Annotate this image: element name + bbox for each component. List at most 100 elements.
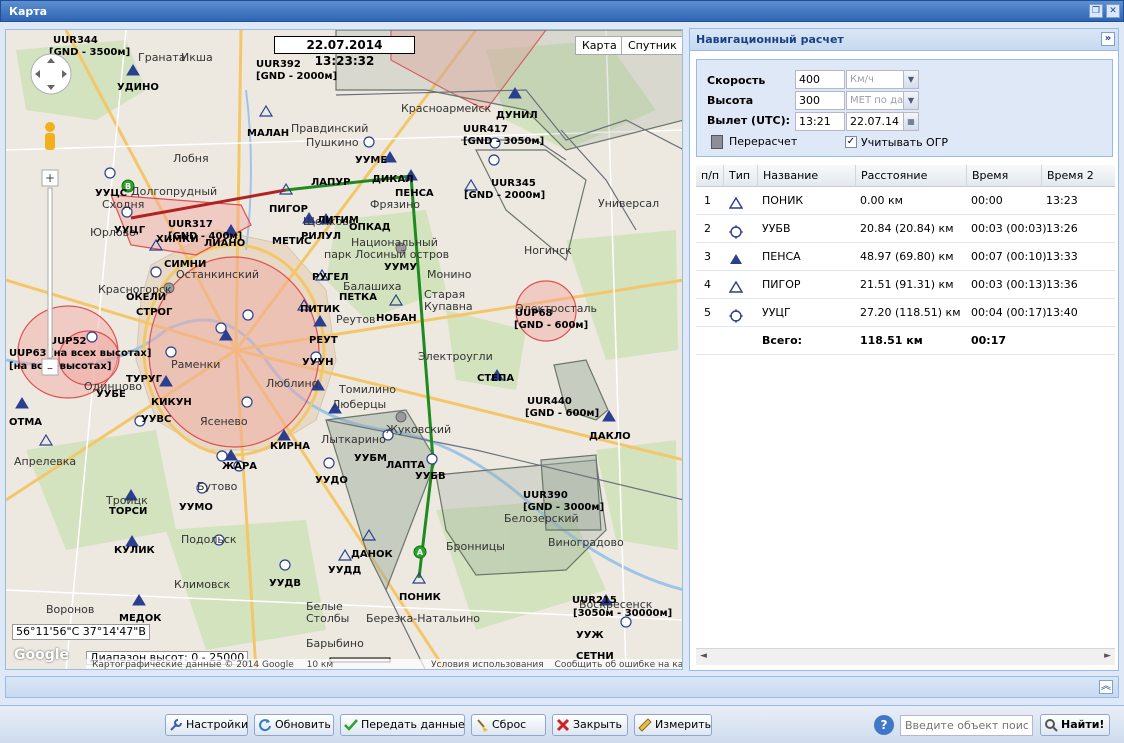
col-header-time2[interactable]: Время 2 — [1041, 165, 1115, 187]
svg-text:Ногинск: Ногинск — [524, 244, 572, 257]
map-type-button-map[interactable]: Карта — [575, 36, 624, 55]
table-horizontal-scrollbar[interactable]: ◄ ► — [696, 648, 1115, 665]
expand-panel-button[interactable]: ︽ — [1099, 680, 1113, 694]
svg-text:УУДО: УУДО — [315, 475, 348, 486]
svg-text:UUR317: UUR317 — [168, 219, 213, 230]
col-header-time[interactable]: Время — [966, 165, 1041, 187]
svg-text:[3050м - 30000м]: [3050м - 30000м] — [573, 608, 672, 619]
col-header-distance[interactable]: Расстояние — [855, 165, 966, 187]
svg-text:УУБЕ: УУБЕ — [96, 389, 126, 400]
svg-text:УУМЕ: УУМЕ — [355, 155, 387, 166]
svg-text:КИКУН: КИКУН — [151, 397, 192, 408]
svg-text:ХИМКИ: ХИМКИ — [156, 234, 199, 245]
row-num: 4 — [704, 278, 711, 291]
table-header: п/п Тип Название Расстояние Время Время … — [696, 165, 1115, 187]
close-button[interactable]: Закрыть — [552, 714, 628, 736]
route-marker-a[interactable]: A — [413, 545, 427, 559]
map-window-title: Карта — [9, 5, 48, 18]
svg-text:[GND - 2000м]: [GND - 2000м] — [256, 71, 337, 82]
svg-text:UUR344: UUR344 — [53, 35, 98, 46]
altitude-unit-select[interactable]: МЕТ по да — [846, 91, 904, 110]
svg-text:РЕУТ: РЕУТ — [309, 335, 338, 346]
ogr-label: Учитывать ОГР — [861, 136, 949, 149]
departure-time-input[interactable]: 13:21 — [795, 112, 845, 131]
col-header-type[interactable]: Тип — [723, 165, 757, 187]
reset-button[interactable]: Сброс — [471, 714, 546, 736]
map-canvas[interactable]: A B Лобня Пушкино Красноармейск Фрязино … — [6, 30, 683, 670]
table-row[interactable]: 1 ПОНИК 0.00 км 00:00 13:23 — [696, 187, 1115, 215]
refresh-button[interactable]: Обновить — [254, 714, 334, 736]
scroll-left-icon[interactable]: ◄ — [700, 651, 707, 661]
total-distance: 118.51 км — [860, 334, 923, 347]
table-row[interactable]: 5 УУЦГ 27.20 (118.51) км 00:04 (00:17) 1… — [696, 299, 1115, 327]
row-distance: 27.20 (118.51) км — [860, 306, 961, 319]
collapse-panel-button[interactable]: » — [1101, 32, 1115, 46]
svg-text:УУУН: УУУН — [302, 357, 334, 368]
departure-date-input[interactable]: 22.07.14 — [846, 112, 904, 131]
ruler-icon — [638, 718, 652, 732]
wrench-icon — [169, 718, 183, 732]
send-data-button[interactable]: Передать данные — [340, 714, 465, 736]
svg-text:УУМУ: УУМУ — [384, 262, 417, 273]
svg-text:Граната: Граната — [138, 51, 186, 64]
svg-text:ЛИАНО: ЛИАНО — [204, 238, 245, 249]
coordinates-readout: 56°11'56"С 37°14'47"В — [12, 624, 150, 640]
row-time2: 13:26 — [1046, 222, 1078, 235]
svg-text:МЕДОК: МЕДОК — [119, 613, 162, 624]
settings-button[interactable]: Настройки — [165, 714, 248, 736]
calendar-icon[interactable]: ▦ — [903, 112, 919, 131]
svg-text:Купавна: Купавна — [424, 300, 473, 313]
table-row[interactable]: 4 ПИГОР 21.51 (91.31) км 00:03 (00:13) 1… — [696, 271, 1115, 299]
ogr-checkbox[interactable]: ✓ Учитывать ОГР — [845, 136, 948, 150]
params-form: Скорость 400 Км/ч ▼ Высота 300 МЕТ по да… — [696, 59, 1113, 157]
table-row[interactable]: 2 УУБВ 20.84 (20.84) км 00:03 (00:03) 13… — [696, 215, 1115, 243]
svg-text:СТЕПА: СТЕПА — [477, 373, 514, 384]
departure-label: Вылет (UTC): — [707, 114, 791, 127]
svg-text:НОБАН: НОБАН — [376, 313, 417, 324]
row-time: 00:03 (00:13) — [971, 278, 1047, 291]
svg-text:UUR390: UUR390 — [523, 490, 568, 501]
chevron-down-icon[interactable]: ▼ — [903, 70, 919, 89]
bottom-toolbar: Настройки Обновить Передать данные Сброс… — [0, 705, 1124, 743]
svg-text:Сходня: Сходня — [102, 198, 144, 211]
terms-link[interactable]: Условия использования — [431, 660, 544, 669]
pegman-icon[interactable] — [45, 122, 55, 150]
svg-text:Жуковский: Жуковский — [386, 423, 451, 436]
map-type-button-satellite[interactable]: Спутник — [621, 36, 682, 55]
recalc-button[interactable]: Перерасчет — [711, 134, 797, 150]
scroll-right-icon[interactable]: ► — [1104, 651, 1111, 661]
report-error-link[interactable]: Сообщить об ошибке на карте — [555, 660, 682, 669]
svg-text:КИРНА: КИРНА — [270, 441, 310, 452]
row-distance: 48.97 (69.80) км — [860, 250, 954, 263]
speed-input[interactable]: 400 — [795, 70, 845, 89]
nav-calc-panel: Навигационный расчет » Скорость 400 Км/ч… — [689, 28, 1119, 671]
svg-text:ЛАПУР: ЛАПУР — [311, 177, 350, 188]
svg-text:UUP63: UUP63 — [9, 348, 47, 359]
restore-window-button[interactable]: ❐ — [1089, 4, 1103, 18]
recalc-label: Перерасчет — [729, 135, 798, 148]
chevron-down-icon[interactable]: ▼ — [903, 91, 919, 110]
col-header-name[interactable]: Название — [757, 165, 855, 187]
measure-button[interactable]: Измерить — [634, 714, 712, 736]
close-window-button[interactable]: ✕ — [1106, 4, 1120, 18]
svg-text:Воронов: Воронов — [46, 603, 94, 616]
table-row[interactable]: 3 ПЕНСА 48.97 (69.80) км 00:07 (00:10) 1… — [696, 243, 1115, 271]
svg-text:[на всех высотах]: [на всех высотах] — [9, 361, 111, 372]
row-name: ПЕНСА — [762, 250, 801, 263]
map-pan-control[interactable] — [30, 53, 72, 95]
find-button[interactable]: Найти! — [1040, 714, 1110, 736]
col-header-num[interactable]: п/п — [696, 165, 722, 187]
svg-text:ТУРУГ: ТУРУГ — [126, 374, 163, 385]
altitude-input[interactable]: 300 — [795, 91, 845, 110]
speed-unit-select[interactable]: Км/ч — [846, 70, 904, 89]
svg-text:РИЛУЛ: РИЛУЛ — [301, 231, 341, 242]
svg-text:ПИТИК: ПИТИК — [300, 304, 341, 315]
svg-text:СТРОГ: СТРОГ — [136, 307, 173, 318]
help-icon[interactable]: ? — [874, 715, 894, 735]
svg-text:UUR417: UUR417 — [463, 124, 508, 135]
svg-text:Виноградово: Виноградово — [548, 536, 624, 549]
map-view[interactable]: A B Лобня Пушкино Красноармейск Фрязино … — [5, 29, 683, 670]
search-input[interactable] — [900, 715, 1033, 736]
svg-text:Столбы: Столбы — [306, 612, 349, 625]
svg-text:Люблино: Люблино — [266, 377, 319, 390]
